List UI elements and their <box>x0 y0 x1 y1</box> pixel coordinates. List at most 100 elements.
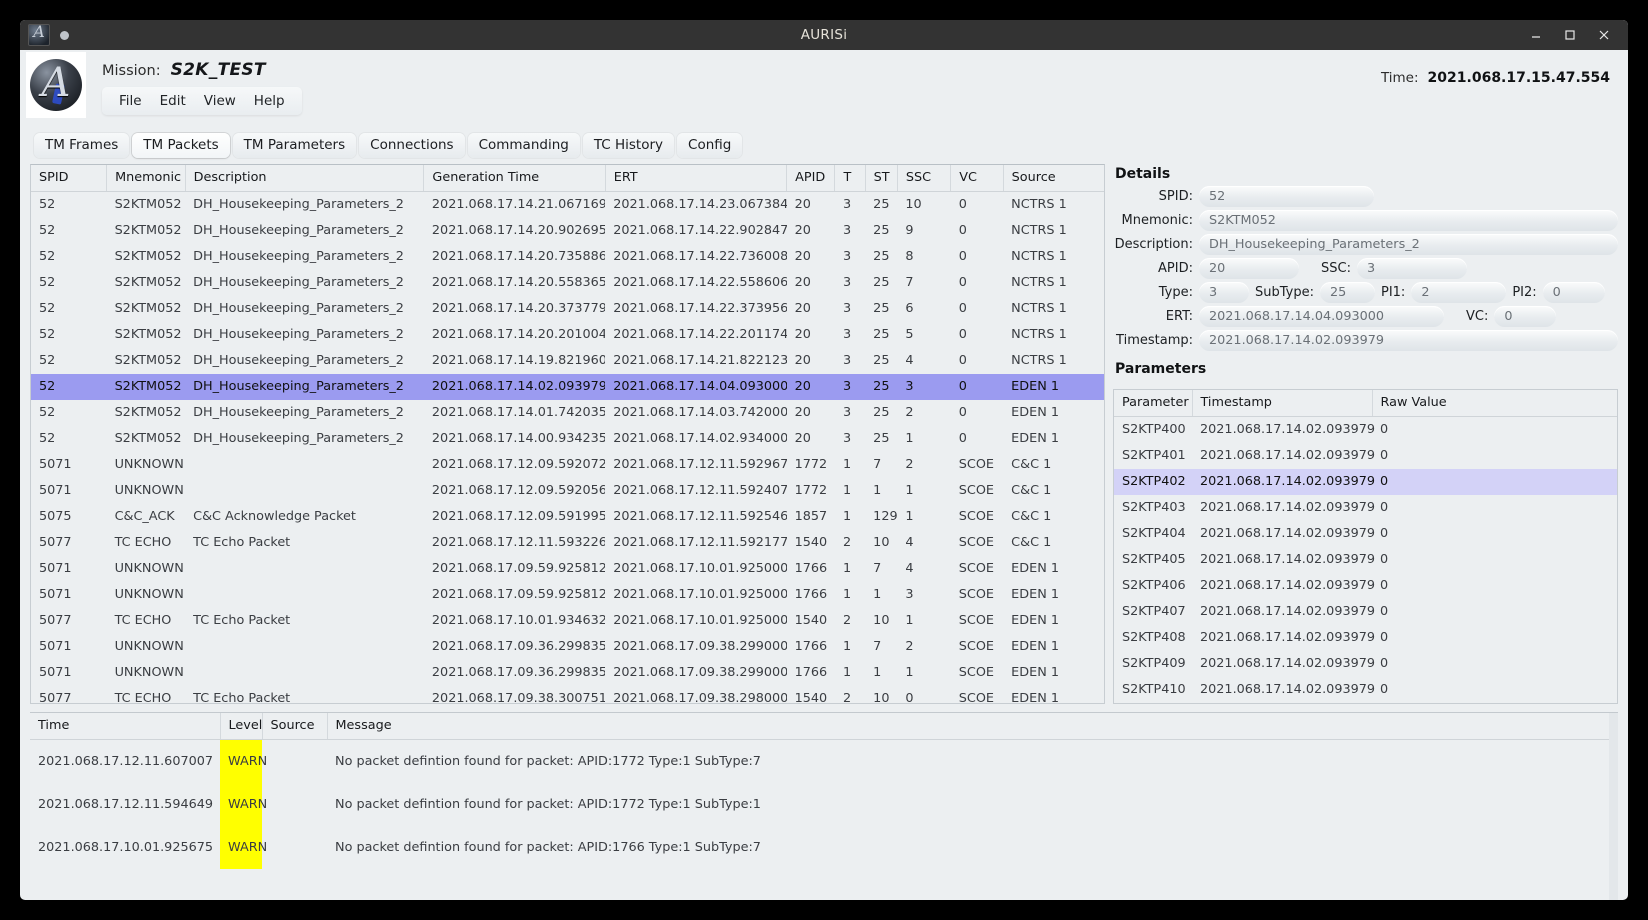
table-row[interactable]: S2KTP407 2021.068.17.14.02.093979 0 <box>1114 599 1617 625</box>
tab-config[interactable]: Config <box>677 133 743 158</box>
column-header-parameter[interactable]: Parameter <box>1114 390 1193 417</box>
table-row[interactable]: S2KTP402 2021.068.17.14.02.093979 0 <box>1114 469 1617 495</box>
field-apid[interactable]: 20 <box>1199 258 1299 279</box>
column-header-ert[interactable]: ERT <box>605 165 788 192</box>
tab-connections[interactable]: Connections <box>359 133 465 158</box>
table-row[interactable]: S2KTP409 2021.068.17.14.02.093979 0 <box>1114 651 1617 677</box>
maximize-icon[interactable] <box>1564 29 1578 41</box>
field-description[interactable]: DH_Housekeeping_Parameters_2 <box>1199 234 1618 255</box>
table-row[interactable]: 52 S2KTM052 DH_Housekeeping_Parameters_2 20… <box>31 374 1104 400</box>
column-header-spid[interactable]: SPID <box>31 165 108 192</box>
tab-tm-parameters[interactable]: TM Parameters <box>232 133 357 158</box>
table-row[interactable]: 5075 C&C_ACK C&C Acknowledge Packet 2021.06… <box>31 504 1104 530</box>
tab-tm-frames[interactable]: TM Frames <box>34 133 130 158</box>
cell-description: DH_Housekeeping_Parameters_2 <box>193 275 404 290</box>
field-spid[interactable]: 52 <box>1199 186 1374 207</box>
column-header-log-source[interactable]: Source <box>262 713 328 740</box>
table-row[interactable]: 52 S2KTM052 DH_Housekeeping_Parameters_2 20… <box>31 192 1104 219</box>
cell-st: 10 <box>873 691 890 704</box>
column-header-log-message[interactable]: Message <box>327 713 1618 740</box>
column-header-generation-time[interactable]: Generation Time <box>423 165 606 192</box>
table-row[interactable]: S2KTP401 2021.068.17.14.02.093979 0 <box>1114 443 1617 469</box>
column-header-description[interactable]: Description <box>185 165 425 192</box>
table-row[interactable]: 52 S2KTM052 DH_Housekeeping_Parameters_2 20… <box>31 244 1104 270</box>
table-row[interactable]: 52 S2KTM052 DH_Housekeeping_Parameters_2 20… <box>31 218 1104 244</box>
table-row[interactable]: 5071 UNKNOWN 2021.068.17.09.59.925812 2021.… <box>31 556 1104 582</box>
status-badge: WARN <box>220 739 267 783</box>
status-badge: WARN <box>220 783 267 826</box>
table-row[interactable]: S2KTP405 2021.068.17.14.02.093979 0 <box>1114 547 1617 573</box>
field-vc[interactable]: 0 <box>1494 306 1557 327</box>
list-item[interactable]: 2021.068.17.12.11.607007 WARN No packet de… <box>30 739 1618 783</box>
menu-item-edit[interactable]: Edit <box>153 91 193 111</box>
column-header-log-level[interactable]: Level <box>220 713 263 740</box>
cell-st: 129 <box>873 509 898 524</box>
cell-description: DH_Housekeeping_Parameters_2 <box>193 405 404 420</box>
field-type[interactable]: 3 <box>1199 282 1249 303</box>
column-header-st[interactable]: ST <box>865 165 898 192</box>
table-row[interactable]: S2KTP404 2021.068.17.14.02.093979 0 <box>1114 521 1617 547</box>
details-row-mnemonic: Mnemonic: S2KTM052 <box>1113 210 1618 231</box>
table-row[interactable]: 5077 TC ECHO TC Echo Packet 2021.068.17.10.… <box>31 608 1104 634</box>
table-row[interactable]: 5071 UNKNOWN 2021.068.17.09.36.299835 2021.… <box>31 634 1104 660</box>
cell-ssc: 1 <box>905 509 914 524</box>
field-ssc[interactable]: 3 <box>1356 258 1467 279</box>
menu-item-help[interactable]: Help <box>247 91 292 111</box>
minimize-icon[interactable] <box>1530 29 1544 41</box>
parameters-table-pane[interactable]: Parameter Timestamp Raw Value S2KTP400 20… <box>1113 389 1618 704</box>
field-mnemonic[interactable]: S2KTM052 <box>1199 210 1618 231</box>
tab-commanding[interactable]: Commanding <box>467 133 580 158</box>
table-row[interactable]: S2KTP400 2021.068.17.14.02.093979 0 <box>1114 417 1617 444</box>
column-header-mnemonic[interactable]: Mnemonic <box>106 165 186 192</box>
column-header-log-time[interactable]: Time <box>30 713 221 740</box>
menu-item-view[interactable]: View <box>197 91 243 111</box>
table-row[interactable]: 5071 UNKNOWN 2021.068.17.12.09.592072 2021.… <box>31 452 1104 478</box>
list-item[interactable]: 2021.068.17.12.11.594649 WARN No packet de… <box>30 783 1618 826</box>
cell-mnemonic: S2KTM052 <box>114 301 182 316</box>
table-row[interactable]: 52 S2KTM052 DH_Housekeeping_Parameters_2 20… <box>31 322 1104 348</box>
column-header-source[interactable]: Source <box>1003 165 1104 192</box>
cell-spid: 52 <box>39 197 56 212</box>
list-item[interactable]: 2021.068.17.10.01.925675 WARN No packet de… <box>30 826 1618 869</box>
cell-ssc: 0 <box>905 691 914 704</box>
field-subtype[interactable]: 25 <box>1319 282 1375 303</box>
close-icon[interactable] <box>1598 29 1612 41</box>
field-ert[interactable]: 2021.068.17.14.04.093000 <box>1199 306 1444 327</box>
column-header-raw-value[interactable]: Raw Value <box>1372 390 1617 417</box>
table-row[interactable]: 5071 UNKNOWN 2021.068.17.09.36.299835 2021.… <box>31 660 1104 686</box>
table-row[interactable]: 5077 TC ECHO TC Echo Packet 2021.068.17.09.… <box>31 686 1104 704</box>
tab-tm-packets[interactable]: TM Packets <box>132 133 230 158</box>
log-scrollbar[interactable] <box>1609 713 1618 900</box>
cell-spid: 5075 <box>39 509 72 524</box>
table-row[interactable]: S2KTP403 2021.068.17.14.02.093979 0 <box>1114 495 1617 521</box>
table-row[interactable]: 52 S2KTM052 DH_Housekeeping_Parameters_2 20… <box>31 426 1104 452</box>
cell-description <box>185 660 424 686</box>
table-row[interactable]: S2KTP406 2021.068.17.14.02.093979 0 <box>1114 573 1617 599</box>
log-pane[interactable]: Time Level Source Message 2021.068.17.12… <box>30 712 1618 900</box>
field-timestamp[interactable]: 2021.068.17.14.02.093979 <box>1199 330 1618 351</box>
field-pi2[interactable]: 0 <box>1542 282 1605 303</box>
table-row[interactable]: S2KTP408 2021.068.17.14.02.093979 0 <box>1114 625 1617 651</box>
table-row[interactable]: S2KTP410 2021.068.17.14.02.093979 0 <box>1114 677 1617 703</box>
column-header-t[interactable]: T <box>834 165 866 192</box>
cell-source: C&C 1 <box>1011 535 1052 550</box>
cell-generation-time: 2021.068.17.09.36.299835 <box>431 665 606 680</box>
cell-ert: 2021.068.17.12.11.592407 <box>613 483 787 498</box>
table-row[interactable]: 52 S2KTM052 DH_Housekeeping_Parameters_2 20… <box>31 296 1104 322</box>
tab-tc-history[interactable]: TC History <box>582 133 675 158</box>
menu-item-file[interactable]: File <box>112 91 149 111</box>
column-header-ssc[interactable]: SSC <box>897 165 952 192</box>
cell-vc: SCOE <box>958 587 995 602</box>
table-row[interactable]: 52 S2KTM052 DH_Housekeeping_Parameters_2 20… <box>31 400 1104 426</box>
packets-table-pane[interactable]: SPID Mnemonic Description Generation Tim… <box>30 164 1105 704</box>
column-header-param-timestamp[interactable]: Timestamp <box>1192 390 1373 417</box>
table-row[interactable]: S2KTP4112021.068.17.14.02.0939790 <box>1114 703 1617 704</box>
table-row[interactable]: 5071 UNKNOWN 2021.068.17.12.09.592056 2021.… <box>31 478 1104 504</box>
table-row[interactable]: 5071 UNKNOWN 2021.068.17.09.59.925812 2021.… <box>31 582 1104 608</box>
table-row[interactable]: 52 S2KTM052 DH_Housekeeping_Parameters_2 20… <box>31 348 1104 374</box>
table-row[interactable]: 52 S2KTM052 DH_Housekeeping_Parameters_2 20… <box>31 270 1104 296</box>
column-header-apid[interactable]: APID <box>786 165 836 192</box>
column-header-vc[interactable]: VC <box>950 165 1004 192</box>
field-pi1[interactable]: 2 <box>1411 282 1507 303</box>
table-row[interactable]: 5077 TC ECHO TC Echo Packet 2021.068.17.12.… <box>31 530 1104 556</box>
